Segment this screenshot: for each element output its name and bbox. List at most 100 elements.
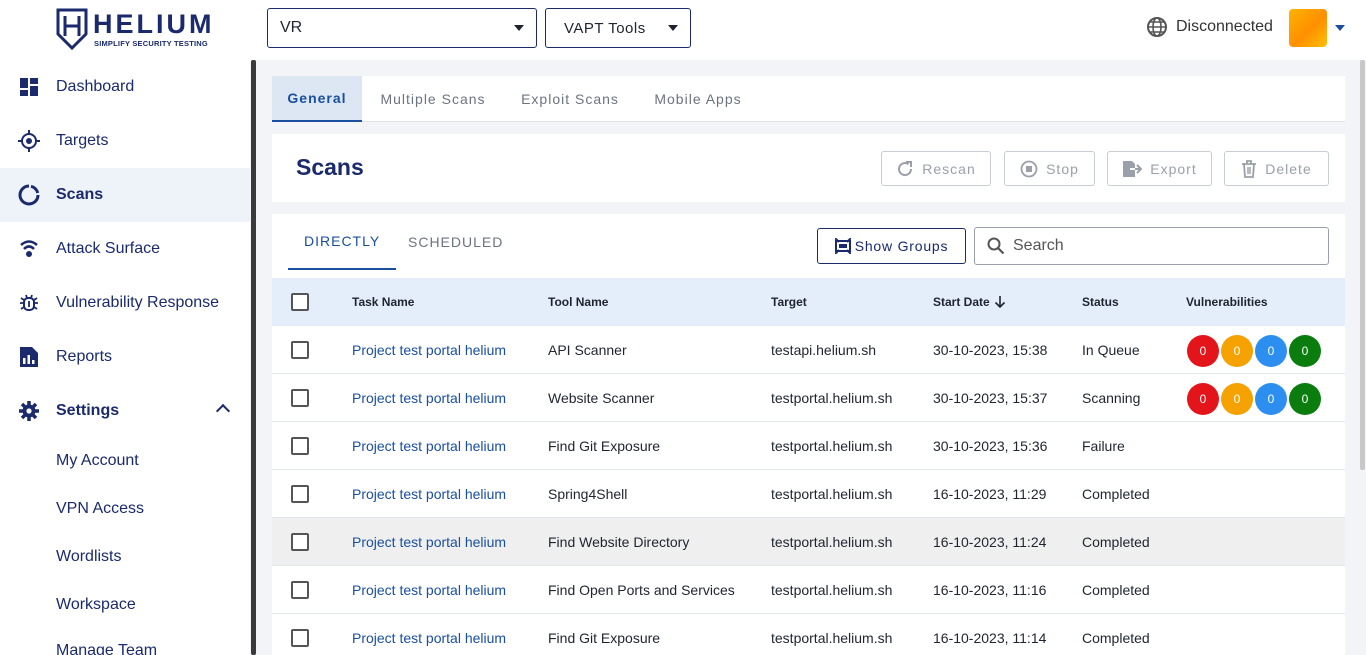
export-icon <box>1123 160 1143 177</box>
delete-button[interactable]: Delete <box>1224 151 1329 186</box>
tools-select-value: VAPT Tools <box>564 19 646 37</box>
scans-header: Scans Rescan Stop Export Delete <box>272 134 1345 202</box>
target-icon <box>18 130 40 152</box>
sidebar-item-scans[interactable]: Scans <box>0 168 250 222</box>
vulnerability-count-badge[interactable]: 0 <box>1187 335 1219 367</box>
status: Completed <box>1082 534 1150 550</box>
sidebar-item-targets[interactable]: Targets <box>0 114 250 168</box>
row-checkbox[interactable] <box>291 326 309 374</box>
row-checkbox[interactable] <box>291 422 309 470</box>
show-groups-button[interactable]: Show Groups <box>817 228 966 264</box>
vulnerability-count-badge[interactable]: 0 <box>1187 383 1219 415</box>
brand-logo[interactable]: HELIUM SIMPLIFY SECURITY TESTING <box>56 8 226 52</box>
vulnerability-count-badge[interactable]: 0 <box>1255 383 1287 415</box>
task-name-link[interactable]: Project test portal helium <box>352 374 506 422</box>
sidebar-item-dashboard[interactable]: Dashboard <box>0 60 250 114</box>
row-checkbox[interactable] <box>291 374 309 422</box>
column-task-name[interactable]: Task Name <box>352 278 414 326</box>
subtab-scheduled[interactable]: SCHEDULED <box>392 214 519 270</box>
table-row[interactable]: Project test portal helium Spring4Shell te… <box>272 470 1345 518</box>
main-scrollbar[interactable] <box>1360 60 1365 470</box>
sidebar-subitem-my-account[interactable]: My Account <box>56 452 139 470</box>
task-name-link[interactable]: Project test portal helium <box>352 566 506 614</box>
column-vulnerabilities: Vulnerabilities <box>1186 295 1268 309</box>
row-checkbox[interactable] <box>291 566 309 614</box>
stop-button[interactable]: Stop <box>1004 151 1095 186</box>
start-date: 16-10-2023, 11:29 <box>933 486 1047 502</box>
column-start-date-label: Start Date <box>933 295 990 309</box>
sidebar-item-label: Settings <box>56 402 120 419</box>
tab-exploit-scans[interactable]: Exploit Scans <box>508 76 632 122</box>
vulnerability-count-badge[interactable]: 0 <box>1289 335 1321 367</box>
sidebar-subitem-vpn-access[interactable]: VPN Access <box>56 500 144 518</box>
table-row[interactable]: Project test portal helium Find Git Expos… <box>272 614 1345 655</box>
task-name-link[interactable]: Project test portal helium <box>352 470 506 518</box>
vulnerability-counts: 0000 <box>1187 335 1321 367</box>
connection-status[interactable]: Disconnected <box>1146 16 1273 38</box>
top-bar: HELIUM SIMPLIFY SECURITY TESTING VR VAPT… <box>0 0 1366 60</box>
column-tool-name[interactable]: Tool Name <box>548 278 608 326</box>
sidebar-subitem-workspace[interactable]: Workspace <box>56 596 136 614</box>
connection-status-label: Disconnected <box>1176 18 1273 35</box>
target: testportal.helium.sh <box>771 486 893 502</box>
avatar[interactable] <box>1289 9 1327 47</box>
start-date: 30-10-2023, 15:36 <box>933 438 1048 454</box>
sidebar-item-vulnerability-response[interactable]: Vulnerability Response <box>0 276 250 330</box>
table-row[interactable]: Project test portal helium Find Website D… <box>272 518 1345 566</box>
table-row[interactable]: Project test portal helium Find Git Expos… <box>272 422 1345 470</box>
vulnerability-count-badge[interactable]: 0 <box>1255 335 1287 367</box>
row-checkbox[interactable] <box>291 614 309 655</box>
sidebar-item-reports[interactable]: Reports <box>0 330 250 384</box>
gear-icon <box>18 400 40 422</box>
row-checkbox[interactable] <box>291 470 309 518</box>
reports-icon <box>18 346 40 368</box>
arrow-down-icon <box>994 296 1005 309</box>
vulnerability-count-badge[interactable]: 0 <box>1289 383 1321 415</box>
project-select[interactable]: VR <box>267 8 537 48</box>
chevron-up-icon[interactable] <box>215 403 231 419</box>
column-status[interactable]: Status <box>1082 278 1119 326</box>
sidebar-item-attack-surface[interactable]: Attack Surface <box>0 222 250 276</box>
brand-tagline: SIMPLIFY SECURITY TESTING <box>94 39 208 48</box>
task-name-link[interactable]: Project test portal helium <box>352 326 506 374</box>
table-row[interactable]: Project test portal helium Find Open Port… <box>272 566 1345 614</box>
vulnerability-count-badge[interactable]: 0 <box>1221 335 1253 367</box>
rescan-button[interactable]: Rescan <box>881 151 991 186</box>
sidebar-item-label: Vulnerability Response <box>56 294 220 311</box>
tab-general[interactable]: General <box>272 76 362 122</box>
tool-name: API Scanner <box>548 342 627 358</box>
sidebar-subitem-manage-team[interactable]: Manage Team <box>56 642 157 655</box>
start-date: 16-10-2023, 11:16 <box>933 582 1047 598</box>
table-row[interactable]: Project test portal helium API Scanner tes… <box>272 326 1345 374</box>
chevron-down-icon[interactable] <box>1335 25 1345 31</box>
export-label: Export <box>1150 160 1197 177</box>
refresh-icon <box>898 160 913 176</box>
subtab-directly[interactable]: DIRECTLY <box>288 214 397 270</box>
tab-mobile-apps[interactable]: Mobile Apps <box>642 76 754 122</box>
dashboard-icon <box>18 76 40 98</box>
column-start-date[interactable]: Start Date <box>933 278 1006 326</box>
start-date: 30-10-2023, 15:38 <box>933 342 1048 358</box>
group-icon <box>834 238 851 254</box>
sidebar-scrollbar[interactable] <box>251 60 256 655</box>
export-button[interactable]: Export <box>1107 151 1212 186</box>
column-target[interactable]: Target <box>771 278 807 326</box>
project-select-value: VR <box>280 19 303 36</box>
sidebar-item-settings[interactable]: Settings <box>0 384 250 438</box>
chevron-down-icon <box>668 25 678 31</box>
rescan-label: Rescan <box>922 160 976 177</box>
row-checkbox[interactable] <box>291 518 309 566</box>
task-name-link[interactable]: Project test portal helium <box>352 422 506 470</box>
table-row[interactable]: Project test portal helium Website Scanne… <box>272 374 1345 422</box>
sidebar-subitem-wordlists[interactable]: Wordlists <box>56 548 122 566</box>
select-all-checkbox[interactable] <box>291 278 309 326</box>
task-name-link[interactable]: Project test portal helium <box>352 518 506 566</box>
vulnerability-count-badge[interactable]: 0 <box>1221 383 1253 415</box>
tab-multiple-scans[interactable]: Multiple Scans <box>368 76 498 122</box>
task-name-link[interactable]: Project test portal helium <box>352 614 506 655</box>
search-placeholder: Search <box>1013 237 1064 254</box>
scan-type-tabs: General Multiple Scans Exploit Scans Mob… <box>272 76 1345 122</box>
tools-select[interactable]: VAPT Tools <box>545 8 691 48</box>
search-input[interactable]: Search <box>974 227 1329 265</box>
scans-table-card: DIRECTLY SCHEDULED Show Groups Search Ta… <box>272 214 1345 655</box>
